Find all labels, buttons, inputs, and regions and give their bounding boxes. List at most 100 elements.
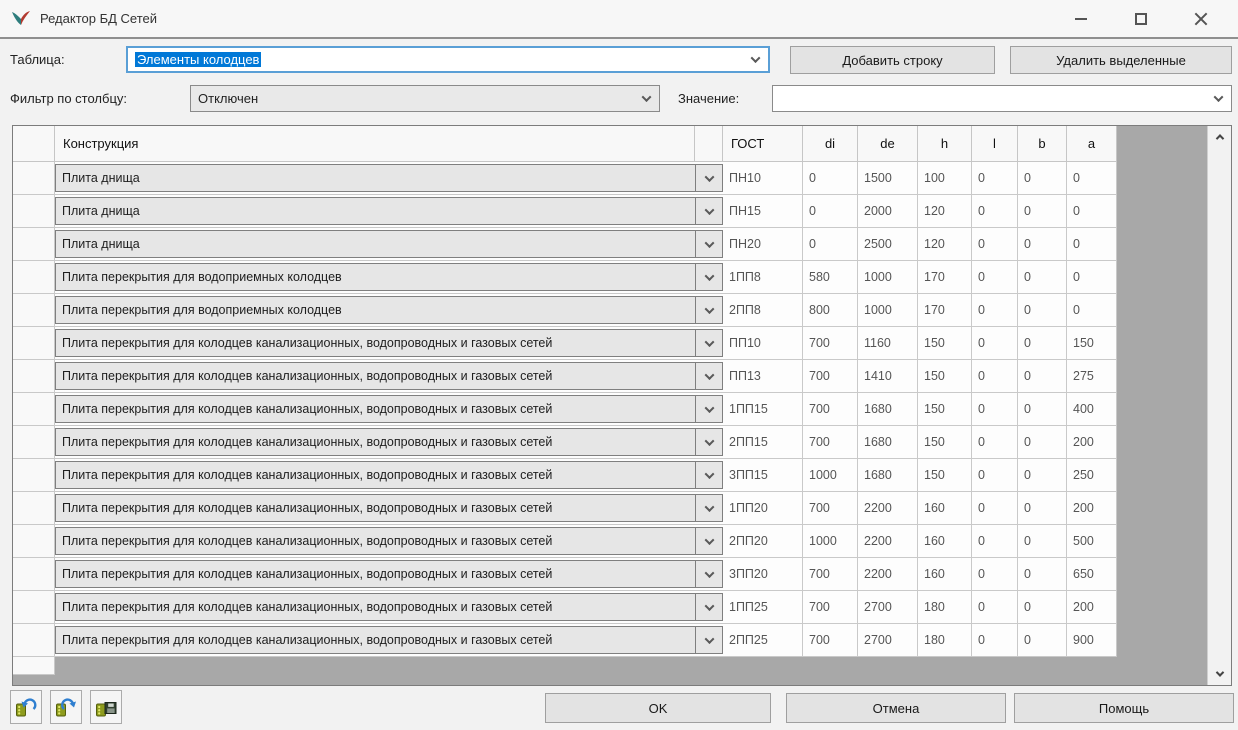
cell-a[interactable]: 0	[1067, 228, 1117, 261]
cell-a[interactable]: 200	[1067, 591, 1117, 624]
cell-h[interactable]: 150	[918, 459, 972, 492]
row-header[interactable]	[13, 492, 55, 525]
cell-l[interactable]: 0	[972, 195, 1018, 228]
cell-gost[interactable]: 3ПП20	[723, 558, 803, 591]
cell-l[interactable]: 0	[972, 426, 1018, 459]
construction-dropdown[interactable]: Плита перекрытия для колодцев канализаци…	[55, 525, 723, 558]
close-button[interactable]	[1188, 6, 1214, 32]
redo-db-button[interactable]	[50, 690, 82, 724]
row-header[interactable]	[13, 558, 55, 591]
cell-b[interactable]: 0	[1018, 195, 1067, 228]
cell-a[interactable]: 400	[1067, 393, 1117, 426]
minimize-button[interactable]	[1068, 6, 1094, 32]
cell-de[interactable]: 1680	[858, 393, 918, 426]
construction-dropdown[interactable]: Плита перекрытия для колодцев канализаци…	[55, 360, 723, 393]
chevron-down-icon[interactable]	[695, 428, 723, 456]
row-header[interactable]	[13, 195, 55, 228]
filter-combobox[interactable]: Отключен	[190, 85, 660, 112]
cell-b[interactable]: 0	[1018, 624, 1067, 657]
cell-gost[interactable]: 2ПП25	[723, 624, 803, 657]
cancel-button[interactable]: Отмена	[786, 693, 1006, 723]
cell-gost[interactable]: ПН10	[723, 162, 803, 195]
cell-h[interactable]: 170	[918, 294, 972, 327]
cell-l[interactable]: 0	[972, 492, 1018, 525]
cell-l[interactable]: 0	[972, 459, 1018, 492]
cell-a[interactable]: 0	[1067, 162, 1117, 195]
cell-gost[interactable]: ПН15	[723, 195, 803, 228]
add-row-button[interactable]: Добавить строку	[790, 46, 995, 74]
cell-l[interactable]: 0	[972, 360, 1018, 393]
delete-selected-button[interactable]: Удалить выделенные	[1010, 46, 1232, 74]
cell-di[interactable]: 700	[803, 591, 858, 624]
chevron-down-icon[interactable]	[695, 527, 723, 555]
chevron-down-icon[interactable]	[1209, 95, 1227, 102]
column-header-b[interactable]: b	[1018, 126, 1067, 162]
cell-l[interactable]: 0	[972, 591, 1018, 624]
construction-dropdown[interactable]: Плита перекрытия для водоприемных колодц…	[55, 294, 723, 327]
chevron-down-icon[interactable]	[695, 329, 723, 357]
cell-gost[interactable]: 1ПП20	[723, 492, 803, 525]
cell-h[interactable]: 150	[918, 426, 972, 459]
table-combobox[interactable]: Элементы колодцев	[126, 46, 770, 73]
cell-gost[interactable]: 2ПП8	[723, 294, 803, 327]
row-header[interactable]	[13, 525, 55, 558]
cell-de[interactable]: 1000	[858, 294, 918, 327]
row-header[interactable]	[13, 459, 55, 492]
cell-gost[interactable]: ПН20	[723, 228, 803, 261]
cell-de[interactable]: 2200	[858, 492, 918, 525]
chevron-down-icon[interactable]	[695, 560, 723, 588]
save-db-button[interactable]	[90, 690, 122, 724]
cell-a[interactable]: 0	[1067, 195, 1117, 228]
cell-di[interactable]: 0	[803, 195, 858, 228]
row-header[interactable]	[13, 162, 55, 195]
chevron-down-icon[interactable]	[695, 296, 723, 324]
column-header-de[interactable]: de	[858, 126, 918, 162]
cell-di[interactable]: 700	[803, 558, 858, 591]
column-header-a[interactable]: a	[1067, 126, 1117, 162]
cell-di[interactable]: 700	[803, 327, 858, 360]
cell-de[interactable]: 2500	[858, 228, 918, 261]
cell-a[interactable]: 500	[1067, 525, 1117, 558]
scroll-up-icon[interactable]	[1208, 126, 1231, 148]
row-header[interactable]	[13, 327, 55, 360]
row-header-column[interactable]	[13, 126, 55, 162]
column-header-l[interactable]: l	[972, 126, 1018, 162]
cell-gost[interactable]: 3ПП15	[723, 459, 803, 492]
cell-di[interactable]: 0	[803, 228, 858, 261]
construction-dropdown[interactable]: Плита днища	[55, 195, 723, 228]
cell-b[interactable]: 0	[1018, 261, 1067, 294]
cell-a[interactable]: 900	[1067, 624, 1117, 657]
cell-di[interactable]: 800	[803, 294, 858, 327]
cell-b[interactable]: 0	[1018, 459, 1067, 492]
cell-h[interactable]: 160	[918, 558, 972, 591]
row-header[interactable]	[13, 261, 55, 294]
ok-button[interactable]: OK	[545, 693, 771, 723]
cell-di[interactable]: 1000	[803, 459, 858, 492]
chevron-down-icon[interactable]	[695, 626, 723, 654]
cell-b[interactable]: 0	[1018, 294, 1067, 327]
cell-l[interactable]: 0	[972, 393, 1018, 426]
construction-dropdown[interactable]: Плита перекрытия для колодцев канализаци…	[55, 591, 723, 624]
chevron-down-icon[interactable]	[695, 164, 723, 192]
cell-l[interactable]: 0	[972, 261, 1018, 294]
cell-h[interactable]: 150	[918, 393, 972, 426]
cell-l[interactable]: 0	[972, 624, 1018, 657]
column-header-gost[interactable]: ГОСТ	[723, 126, 803, 162]
value-combobox[interactable]	[772, 85, 1232, 112]
undo-db-button[interactable]	[10, 690, 42, 724]
vertical-scrollbar[interactable]	[1207, 126, 1231, 685]
cell-l[interactable]: 0	[972, 294, 1018, 327]
cell-gost[interactable]: 2ПП15	[723, 426, 803, 459]
row-header[interactable]	[13, 393, 55, 426]
construction-dropdown[interactable]: Плита перекрытия для колодцев канализаци…	[55, 426, 723, 459]
cell-de[interactable]: 1410	[858, 360, 918, 393]
cell-de[interactable]: 1680	[858, 459, 918, 492]
cell-b[interactable]: 0	[1018, 591, 1067, 624]
chevron-down-icon[interactable]	[695, 395, 723, 423]
cell-di[interactable]: 580	[803, 261, 858, 294]
column-header-h[interactable]: h	[918, 126, 972, 162]
chevron-down-icon[interactable]	[695, 263, 723, 291]
cell-h[interactable]: 120	[918, 195, 972, 228]
cell-a[interactable]: 0	[1067, 261, 1117, 294]
cell-a[interactable]: 0	[1067, 294, 1117, 327]
